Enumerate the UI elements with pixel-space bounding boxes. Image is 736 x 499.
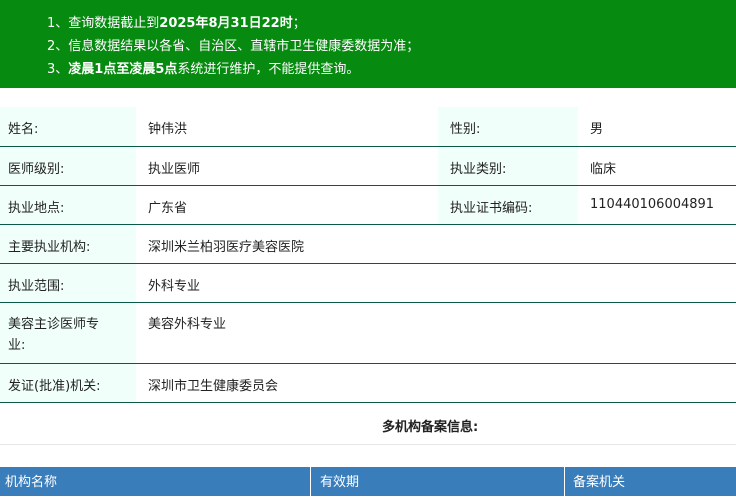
cosmetic-value: 美容外科专业 [148,317,227,332]
multi-institution-title: 多机构备案信息: [382,420,479,435]
cert-label: 执业证书编码: [450,201,533,216]
info-row-name: 姓名: 钟伟洪 性别: 男 [0,107,736,147]
gender-label: 性别: [450,122,481,137]
location-label: 执业地点: [8,201,65,216]
location-value: 广东省 [148,201,188,216]
column-divider [310,467,311,496]
info-row-level: 医师级别: 执业医师 执业类别: 临床 [0,147,736,186]
issuer-label: 发证(批准)机关: [8,379,101,394]
institution-value: 深圳米兰柏羽医疗美容医院 [148,240,305,255]
name-label: 姓名: [8,122,39,137]
info-row-location: 执业地点: 广东省 执业证书编码: 110440106004891 [0,186,736,225]
notice-line-1: 1、查询数据截止到2025年8月31日22时； [47,16,306,31]
cert-value: 110440106004891 [590,197,715,212]
cosmetic-label-line1: 美容主诊医师专 [8,317,100,332]
info-row-institution: 主要执业机构: 深圳米兰柏羽医疗美容医院 [0,225,736,264]
column-divider [564,467,565,496]
info-row-issuer: 发证(批准)机关: 深圳市卫生健康委员会 [0,364,736,403]
gender-value: 男 [590,122,604,137]
level-label: 医师级别: [8,162,65,177]
multi-institution-section: 多机构备案信息: [0,404,736,445]
info-row-cosmetic: 美容主诊医师专 业: 美容外科专业 [0,303,736,364]
institution-label: 主要执业机构: [8,240,91,255]
category-label: 执业类别: [450,162,507,177]
level-value: 执业医师 [148,162,201,177]
cosmetic-label-line2: 业: [8,338,26,353]
col-validity: 有效期 [320,475,360,490]
scope-value: 外科专业 [148,279,201,294]
scope-label: 执业范围: [8,279,65,294]
multi-institution-table-header: 机构名称 有效期 备案机关 [0,467,736,496]
issuer-value: 深圳市卫生健康委员会 [148,379,279,394]
col-institution-name: 机构名称 [5,475,58,490]
doctor-info-table: 姓名: 钟伟洪 性别: 男 医师级别: 执业医师 执业类别: 临床 执业地点: … [0,107,736,403]
notice-line-3: 3、凌晨1点至凌晨5点系统进行维护，不能提供查询。 [47,62,360,77]
category-value: 临床 [590,162,617,177]
name-value: 钟伟洪 [148,122,188,137]
col-authority: 备案机关 [573,475,626,490]
info-row-scope: 执业范围: 外科专业 [0,264,736,303]
notice-line-2: 2、信息数据结果以各省、自治区、直辖市卫生健康委数据为准； [47,39,420,54]
notice-banner: 1、查询数据截止到2025年8月31日22时； 2、信息数据结果以各省、自治区、… [0,0,736,88]
